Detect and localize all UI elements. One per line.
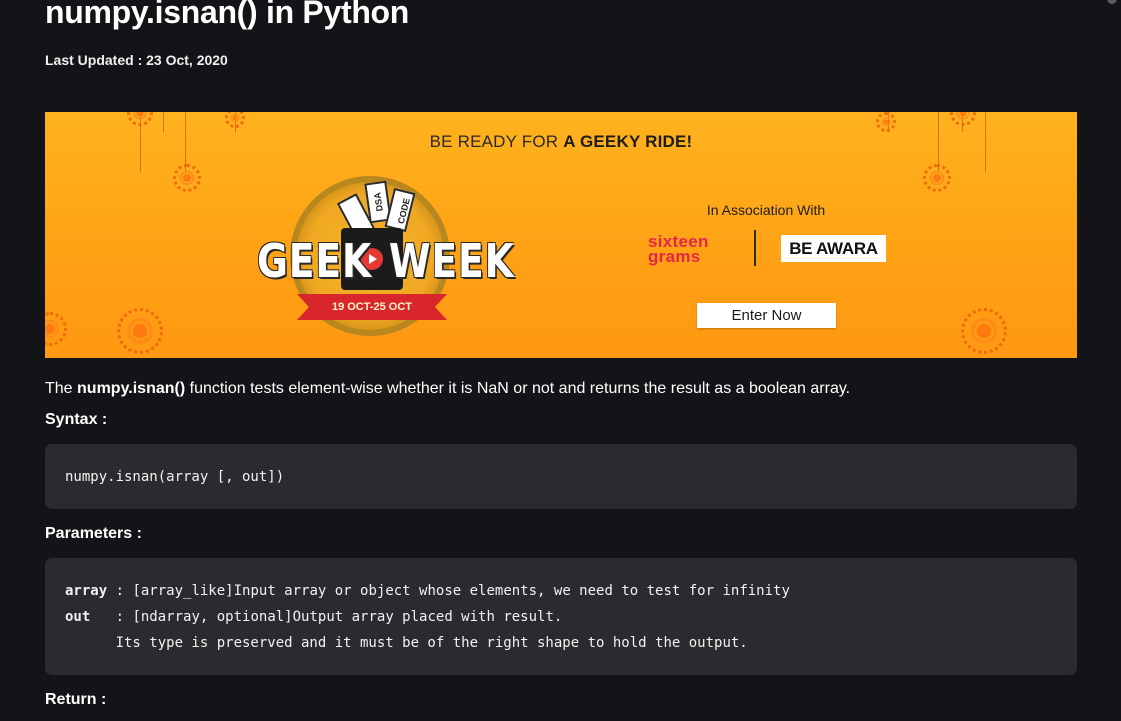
parameter-line-out: out : [ndarray, optional]Output array pl… <box>65 604 1057 630</box>
flower-decoration-icon <box>127 112 153 126</box>
geek-word: GEEK <box>257 234 373 288</box>
sponsor-divider <box>754 230 756 266</box>
intro-suffix: function tests element-wise whether it i… <box>185 380 851 397</box>
parameter-continuation: Its type is preserved and it must be of … <box>65 635 748 651</box>
banner-headline-bold: A GEEKY RIDE! <box>563 132 693 151</box>
sixteen-grams-logo: sixteen grams <box>648 233 709 266</box>
geek-week-banner[interactable]: BE READY FOR A GEEKY RIDE! DSA CODE GEEK… <box>45 112 1077 358</box>
parameter-line-array: array : [array_like]Input array or objec… <box>65 578 1057 604</box>
parameter-description: [ndarray, optional]Output array placed w… <box>132 609 563 625</box>
ticket-icon: CODE <box>384 187 416 233</box>
parameter-separator: : <box>107 609 133 625</box>
sponsor-1-line-2: grams <box>648 247 701 266</box>
intro-paragraph: The numpy.isnan() function tests element… <box>45 380 850 398</box>
be-awara-logo: BE AWARA <box>781 235 886 262</box>
flower-decoration-icon <box>117 308 163 354</box>
intro-function-name: numpy.isnan() <box>77 380 186 397</box>
parameters-code-block[interactable]: array : [array_like]Input array or objec… <box>45 558 1077 675</box>
page-title: numpy.isnan() in Python <box>45 0 410 30</box>
association-text: In Association With <box>706 202 826 218</box>
enter-now-button[interactable]: Enter Now <box>697 303 836 328</box>
article-page: numpy.isnan() in Python Last Updated : 2… <box>0 0 1121 721</box>
syntax-code: numpy.isnan(array [, out]) <box>65 469 285 485</box>
syntax-code-block[interactable]: numpy.isnan(array [, out]) <box>45 444 1077 509</box>
parameters-heading: Parameters : <box>45 525 142 542</box>
return-heading: Return : <box>45 691 107 708</box>
decor-thread <box>163 112 164 132</box>
flower-decoration-icon <box>225 112 245 128</box>
last-updated: Last Updated : 23 Oct, 2020 <box>45 52 228 68</box>
flower-decoration-icon <box>45 312 67 346</box>
parameter-name: out <box>65 609 108 625</box>
parameter-separator: : <box>107 583 133 599</box>
scroll-indicator[interactable] <box>1107 0 1117 4</box>
parameter-name: array <box>65 583 108 599</box>
syntax-heading: Syntax : <box>45 411 108 428</box>
flower-decoration-icon <box>961 308 1007 354</box>
intro-prefix: The <box>45 380 78 397</box>
banner-headline: BE READY FOR A GEEKY RIDE! <box>45 132 1077 152</box>
flower-decoration-icon <box>923 164 951 192</box>
week-word: WEEK <box>389 234 515 288</box>
parameter-description: [array_like]Input array or object whose … <box>132 583 790 599</box>
banner-headline-prefix: BE READY FOR <box>429 132 564 151</box>
event-dates-ribbon: 19 OCT-25 OCT <box>297 294 447 320</box>
flower-decoration-icon <box>876 112 896 132</box>
flower-decoration-icon <box>950 112 976 126</box>
flower-decoration-icon <box>173 164 201 192</box>
